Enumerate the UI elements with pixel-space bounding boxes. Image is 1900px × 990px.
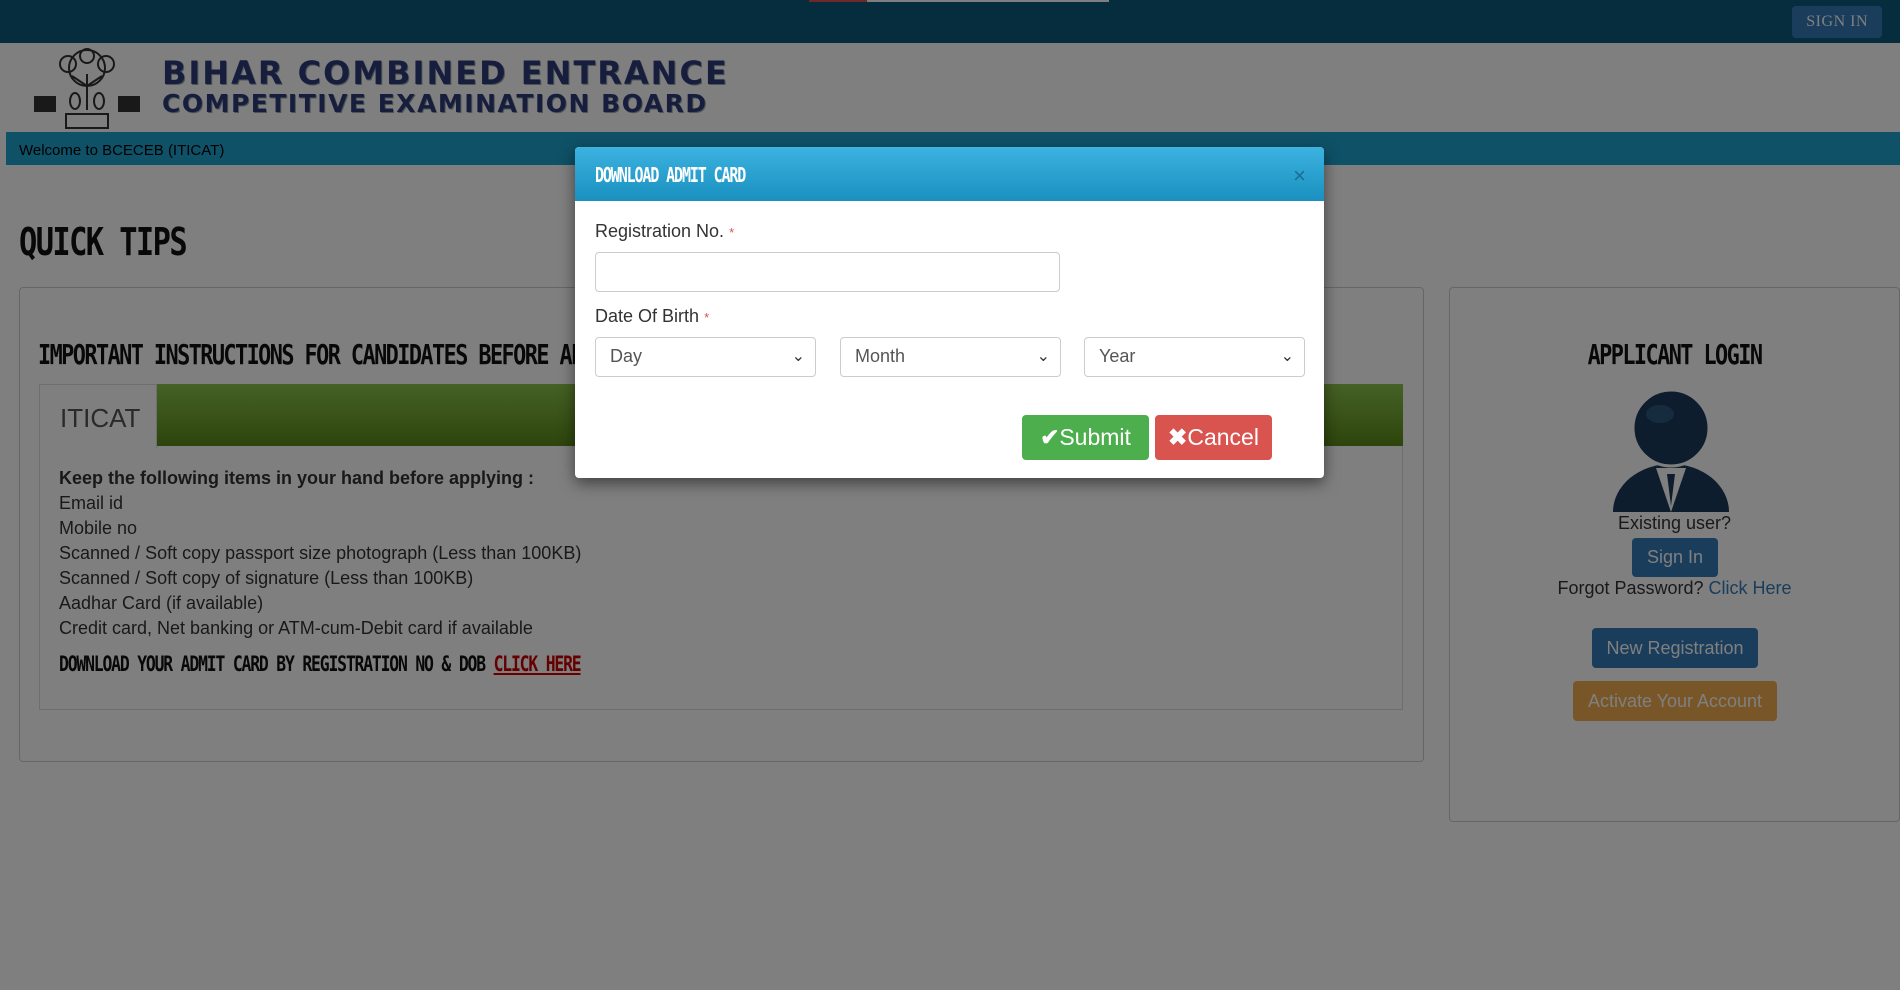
modal-title: DOWNLOAD ADMIT CARD: [595, 163, 746, 187]
dob-day-value: Day: [610, 346, 643, 366]
chevron-down-icon: ⌄: [1036, 348, 1050, 365]
dob-day-select[interactable]: Day ⌄: [595, 337, 816, 377]
cross-icon: ✖: [1168, 424, 1188, 450]
download-admit-card-modal: DOWNLOAD ADMIT CARD × Registration No. *…: [575, 147, 1324, 478]
dob-year-select[interactable]: Year ⌄: [1084, 337, 1305, 377]
dob-label: Date Of Birth *: [595, 306, 709, 327]
chevron-down-icon: ⌄: [1280, 348, 1294, 365]
chevron-down-icon: ⌄: [791, 348, 805, 365]
required-mark: *: [729, 225, 735, 240]
required-mark: *: [704, 310, 710, 325]
modal-header: DOWNLOAD ADMIT CARD ×: [575, 147, 1324, 201]
submit-button[interactable]: ✔Submit: [1022, 415, 1149, 460]
registration-input[interactable]: [595, 252, 1060, 292]
close-icon[interactable]: ×: [1293, 163, 1306, 189]
dob-label-text: Date Of Birth: [595, 306, 700, 326]
dob-year-value: Year: [1099, 346, 1136, 366]
registration-label: Registration No. *: [595, 221, 734, 242]
dob-month-value: Month: [855, 346, 906, 366]
registration-label-text: Registration No.: [595, 221, 725, 241]
check-icon: ✔: [1040, 424, 1060, 450]
submit-label: Submit: [1059, 424, 1131, 450]
cancel-button[interactable]: ✖Cancel: [1155, 415, 1272, 460]
cancel-label: Cancel: [1187, 424, 1259, 450]
dob-month-select[interactable]: Month ⌄: [840, 337, 1061, 377]
